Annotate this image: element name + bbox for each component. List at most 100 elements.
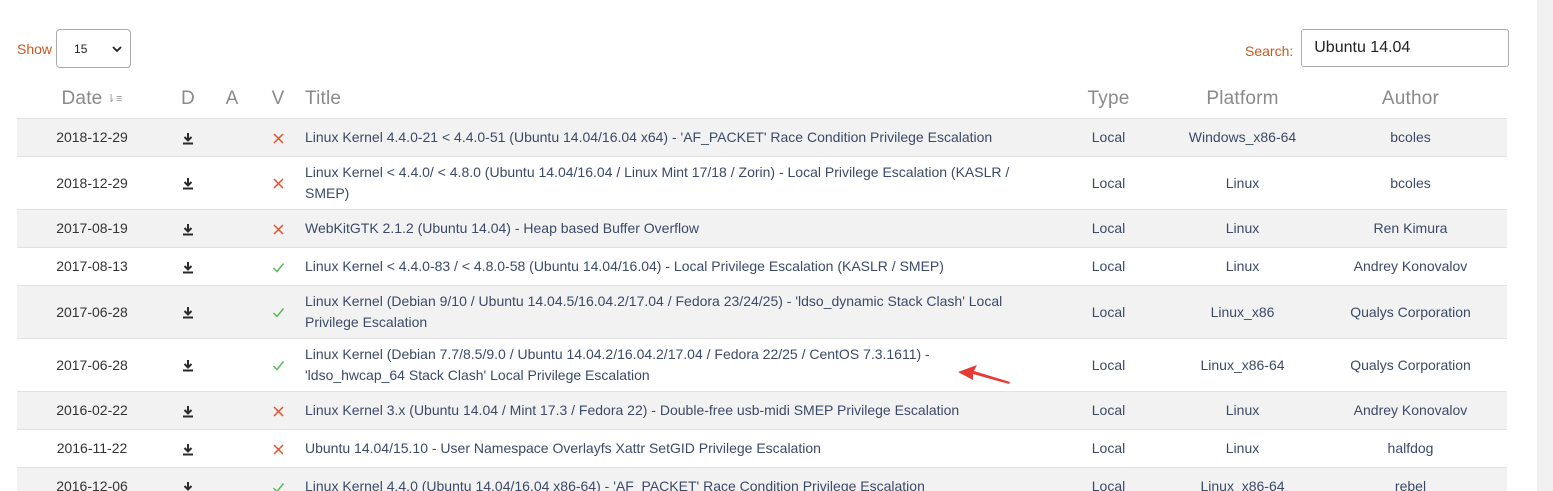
col-header-author[interactable]: Author	[1314, 80, 1507, 118]
table-row: 2016-12-06 Linux Kernel 4.4.0 (Ubuntu 14.…	[17, 467, 1507, 491]
row-verified	[255, 429, 301, 467]
cross-icon	[272, 444, 284, 455]
table-row: 2017-06-28 Linux Kernel (Debian 7.7/8.5/9…	[17, 338, 1507, 391]
row-date: 2018-12-29	[56, 129, 128, 145]
row-author[interactable]: Andrey Konovalov	[1314, 391, 1507, 429]
row-type[interactable]: Local	[1046, 391, 1171, 429]
exploits-table: Date ⇂≡ D A V Title Type Platform Author …	[17, 80, 1507, 491]
row-date: 2016-11-22	[56, 440, 128, 456]
check-icon	[272, 483, 284, 491]
search-input[interactable]	[1301, 29, 1510, 67]
row-author[interactable]: Ren Kimura	[1314, 209, 1507, 247]
download-icon[interactable]	[182, 306, 194, 319]
row-download[interactable]	[167, 118, 209, 156]
row-author[interactable]: Andrey Konovalov	[1314, 247, 1507, 285]
row-platform[interactable]: Linux_x86-64	[1171, 467, 1314, 491]
row-app	[209, 209, 255, 247]
row-date: 2017-08-19	[56, 220, 128, 236]
table-row: 2017-08-13 Linux Kernel < 4.4.0-83 / < 4.…	[17, 247, 1507, 285]
row-app	[209, 467, 255, 491]
download-icon[interactable]	[182, 359, 194, 372]
row-download[interactable]	[167, 467, 209, 491]
row-author[interactable]: halfdog	[1314, 429, 1507, 467]
row-type[interactable]: Local	[1046, 118, 1171, 156]
download-icon[interactable]	[182, 223, 194, 236]
row-author[interactable]: Qualys Corporation	[1314, 285, 1507, 338]
row-title-link[interactable]: Linux Kernel 3.x (Ubuntu 14.04 / Mint 17…	[301, 391, 1046, 429]
row-type[interactable]: Local	[1046, 285, 1171, 338]
row-platform[interactable]: Linux	[1171, 209, 1314, 247]
download-icon[interactable]	[182, 443, 194, 456]
row-type[interactable]: Local	[1046, 209, 1171, 247]
cross-icon	[272, 178, 284, 189]
row-platform[interactable]: Linux	[1171, 429, 1314, 467]
row-platform[interactable]: Linux	[1171, 247, 1314, 285]
col-header-title[interactable]: Title	[301, 80, 1046, 118]
page-scrollbar[interactable]	[1537, 0, 1553, 491]
entries-per-page-value: 15	[74, 41, 88, 56]
row-title-link[interactable]: Linux Kernel 4.4.0 (Ubuntu 14.04/16.04 x…	[301, 467, 1046, 491]
row-platform[interactable]: Windows_x86-64	[1171, 118, 1314, 156]
row-title-link[interactable]: Linux Kernel (Debian 7.7/8.5/9.0 / Ubunt…	[301, 338, 1046, 391]
download-icon[interactable]	[182, 177, 194, 190]
row-platform[interactable]: Linux	[1171, 156, 1314, 209]
chevron-down-icon	[112, 46, 122, 53]
col-header-platform[interactable]: Platform	[1171, 80, 1314, 118]
entries-per-page-select[interactable]: 15	[56, 29, 132, 68]
col-header-app[interactable]: A	[209, 80, 255, 118]
row-download[interactable]	[167, 285, 209, 338]
row-download[interactable]	[167, 156, 209, 209]
cross-icon	[272, 406, 284, 417]
sort-icon: ⇂≡	[106, 92, 123, 105]
row-author[interactable]: bcoles	[1314, 156, 1507, 209]
table-row: 2017-08-19 WebKitGTK 2.1.2 (Ubuntu 14.04)…	[17, 209, 1507, 247]
row-type[interactable]: Local	[1046, 338, 1171, 391]
row-download[interactable]	[167, 209, 209, 247]
download-icon[interactable]	[182, 132, 194, 145]
download-icon[interactable]	[182, 405, 194, 418]
row-type[interactable]: Local	[1046, 429, 1171, 467]
row-date: 2017-06-28	[56, 303, 128, 320]
row-title-link[interactable]: Linux Kernel 4.4.0-21 < 4.4.0-51 (Ubuntu…	[301, 118, 1046, 156]
show-entries: Show 15	[17, 29, 132, 68]
row-date: 2018-12-29	[56, 174, 128, 191]
row-verified	[255, 156, 301, 209]
row-platform[interactable]: Linux	[1171, 391, 1314, 429]
col-header-type[interactable]: Type	[1046, 80, 1171, 118]
row-app	[209, 338, 255, 391]
col-header-download[interactable]: D	[167, 80, 209, 118]
row-type[interactable]: Local	[1046, 467, 1171, 491]
row-app	[209, 391, 255, 429]
row-title-link[interactable]: Linux Kernel < 4.4.0/ < 4.8.0 (Ubuntu 14…	[301, 156, 1046, 209]
row-type[interactable]: Local	[1046, 247, 1171, 285]
row-title-link[interactable]: Linux Kernel < 4.4.0-83 / < 4.8.0-58 (Ub…	[301, 247, 1046, 285]
row-platform[interactable]: Linux_x86-64	[1171, 338, 1314, 391]
row-download[interactable]	[167, 391, 209, 429]
row-type[interactable]: Local	[1046, 156, 1171, 209]
col-header-date-label: Date	[61, 87, 103, 109]
table-row: 2016-11-22 Ubuntu 14.04/15.10 - User Name…	[17, 429, 1507, 467]
row-title-link[interactable]: Linux Kernel (Debian 9/10 / Ubuntu 14.04…	[301, 285, 1046, 338]
row-download[interactable]	[167, 429, 209, 467]
row-author[interactable]: bcoles	[1314, 118, 1507, 156]
exploits-table-wrap: Date ⇂≡ D A V Title Type Platform Author …	[17, 80, 1507, 491]
row-title-link[interactable]: WebKitGTK 2.1.2 (Ubuntu 14.04) - Heap ba…	[301, 209, 1046, 247]
row-app	[209, 285, 255, 338]
col-header-date[interactable]: Date ⇂≡	[17, 80, 167, 118]
row-date: 2017-08-13	[56, 258, 128, 274]
row-download[interactable]	[167, 247, 209, 285]
row-verified	[255, 467, 301, 491]
show-label: Show	[17, 40, 53, 57]
download-icon[interactable]	[182, 481, 194, 491]
row-author[interactable]: rebel	[1314, 467, 1507, 491]
row-app	[209, 156, 255, 209]
row-app	[209, 247, 255, 285]
row-download[interactable]	[167, 338, 209, 391]
row-title-link[interactable]: Ubuntu 14.04/15.10 - User Namespace Over…	[301, 429, 1046, 467]
row-author[interactable]: Qualys Corporation	[1314, 338, 1507, 391]
row-verified	[255, 391, 301, 429]
search-label: Search:	[1245, 43, 1294, 59]
row-platform[interactable]: Linux_x86	[1171, 285, 1314, 338]
col-header-verified[interactable]: V	[255, 80, 301, 118]
download-icon[interactable]	[182, 261, 194, 274]
